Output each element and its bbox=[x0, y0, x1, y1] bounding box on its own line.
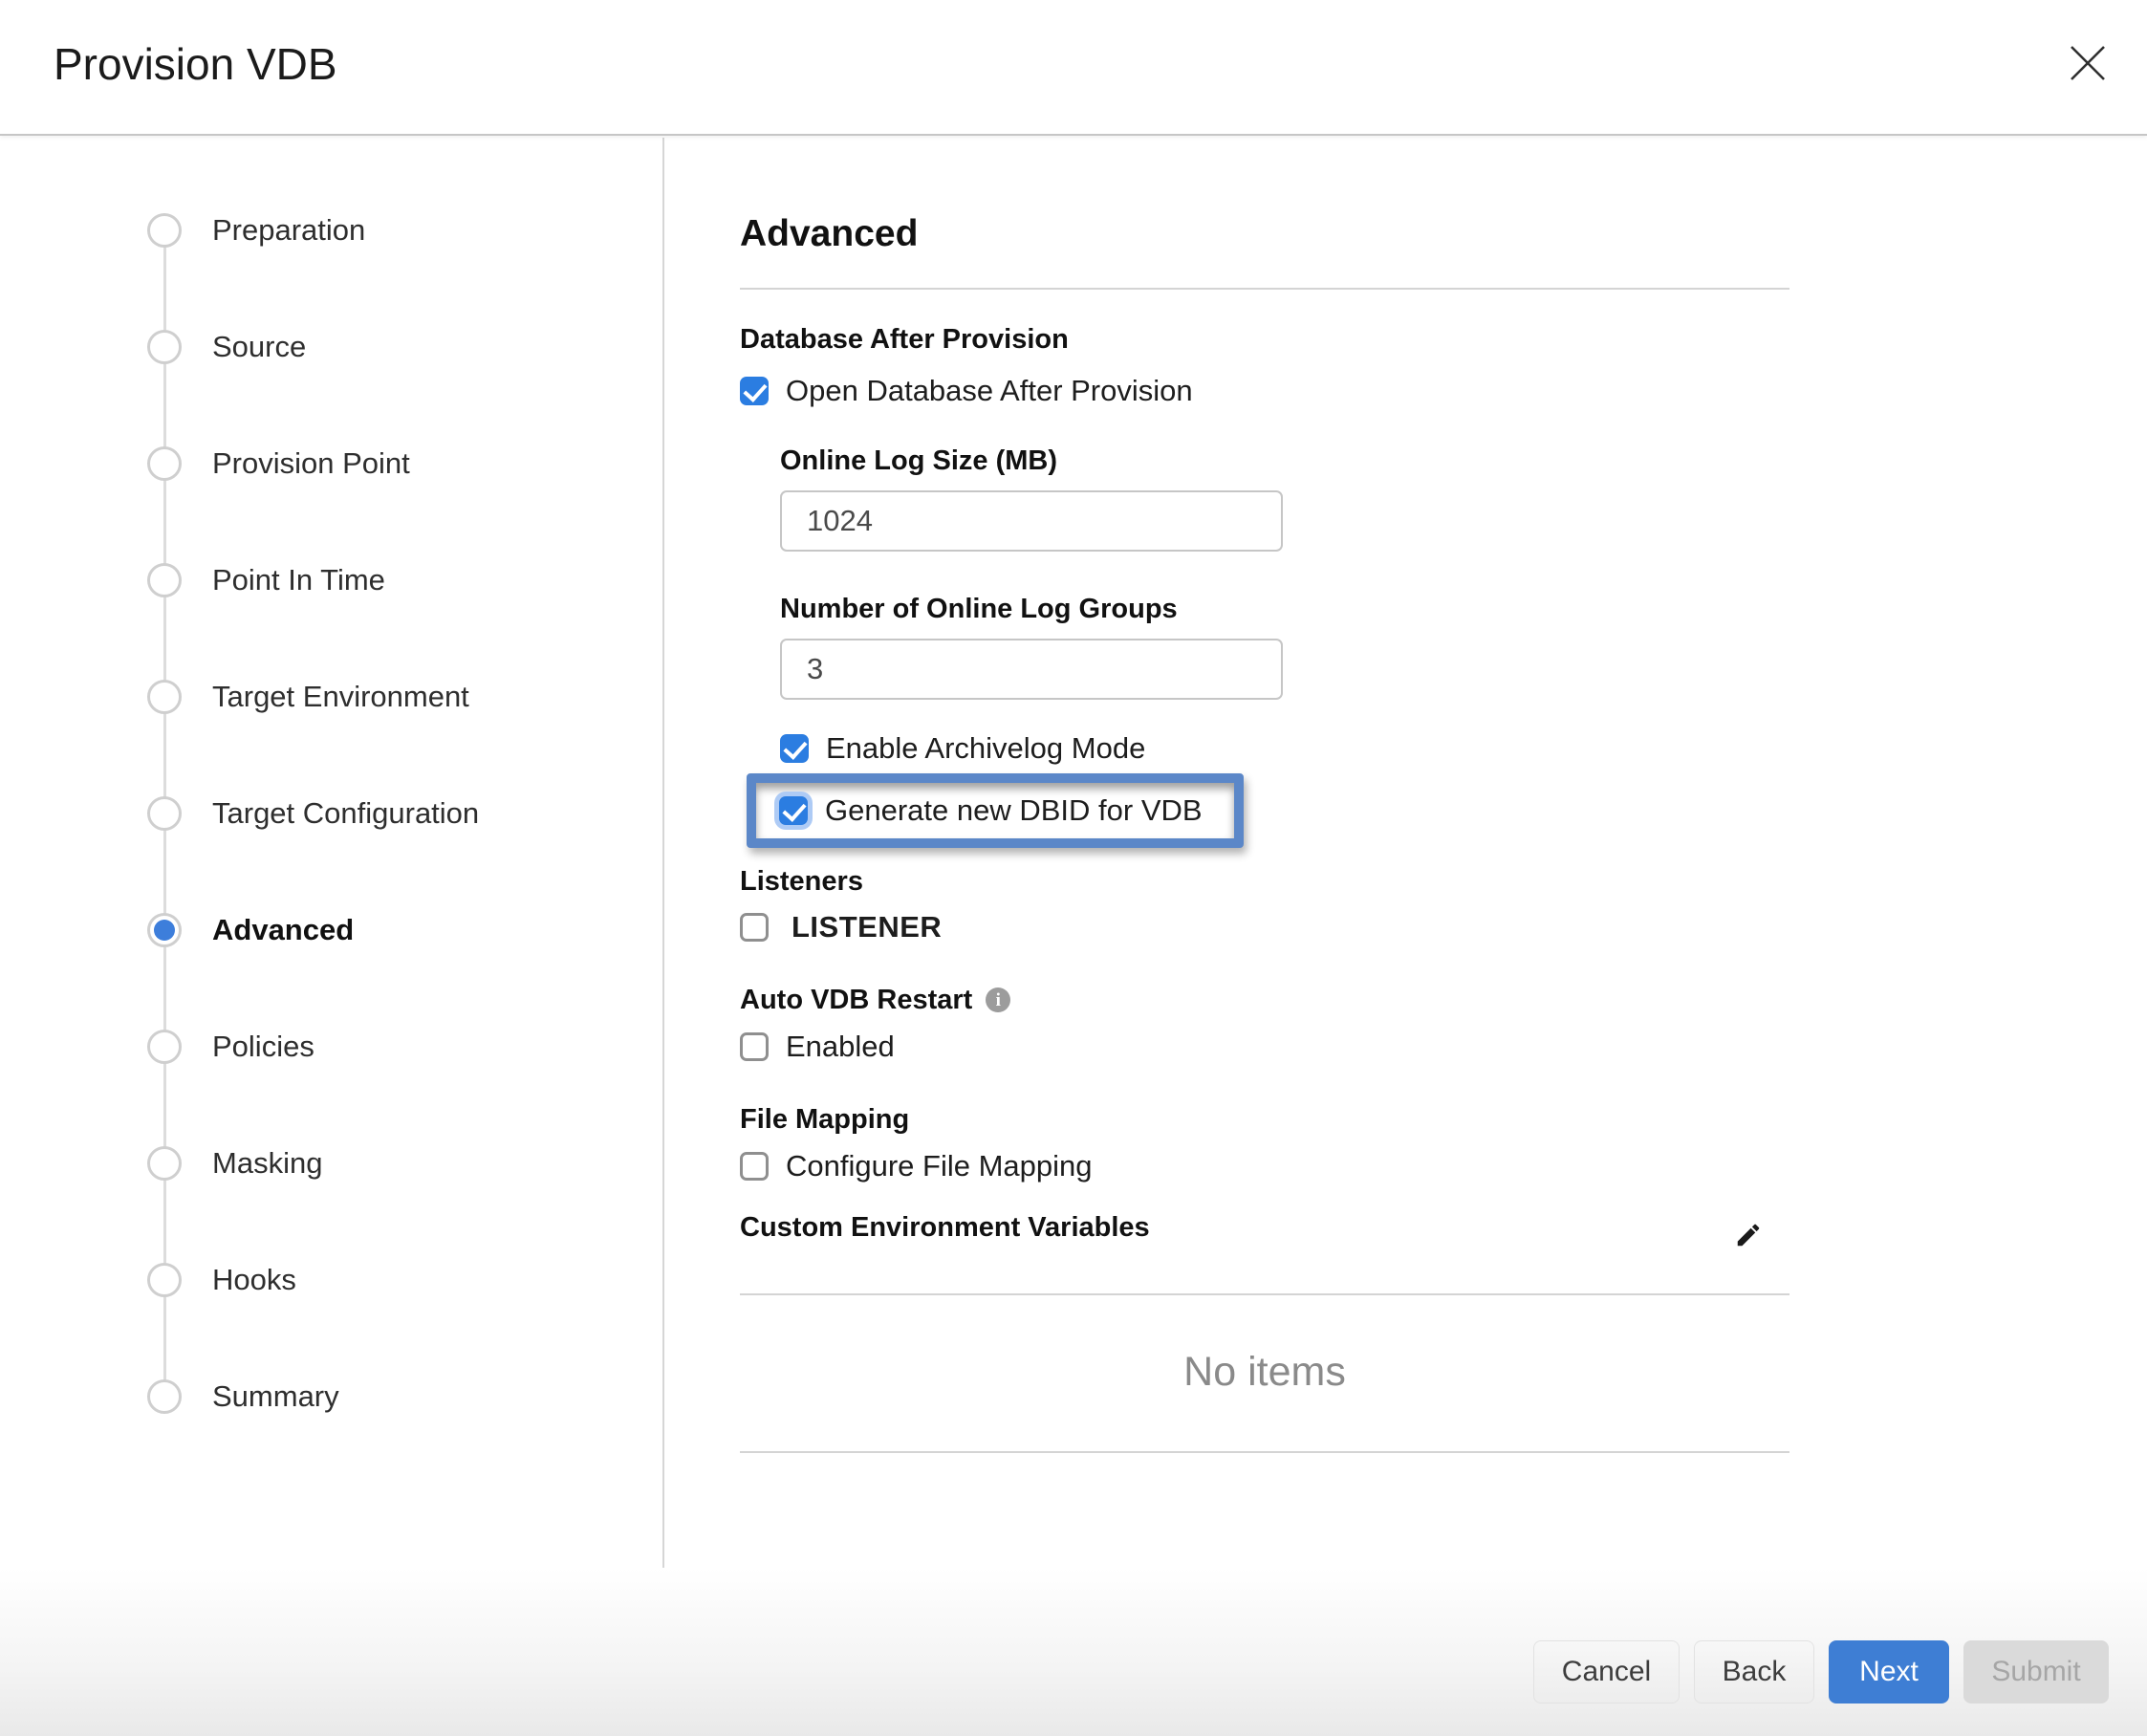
listener-checkbox-row: LISTENER bbox=[740, 911, 1789, 944]
step-label: Target Configuration bbox=[212, 796, 479, 831]
step-label: Hooks bbox=[212, 1263, 296, 1297]
close-icon[interactable] bbox=[2065, 40, 2111, 86]
step-label: Target Environment bbox=[212, 680, 469, 714]
step-label: Preparation bbox=[212, 213, 365, 248]
step-dot bbox=[147, 1146, 182, 1181]
sidebar-item-point-in-time[interactable]: Point In Time bbox=[147, 563, 385, 597]
step-label: Source bbox=[212, 330, 306, 364]
auto-restart-enabled-label: Enabled bbox=[786, 1031, 895, 1063]
open-database-checkbox-row: Open Database After Provision bbox=[740, 375, 1789, 407]
online-log-size-label: Online Log Size (MB) bbox=[780, 445, 1789, 477]
step-label: Point In Time bbox=[212, 563, 385, 597]
dialog-header: Provision VDB bbox=[0, 0, 2147, 136]
step-dot bbox=[147, 330, 182, 364]
sidebar-item-target-configuration[interactable]: Target Configuration bbox=[147, 796, 479, 831]
sidebar-item-masking[interactable]: Masking bbox=[147, 1146, 322, 1181]
advanced-panel: Advanced Database After Provision Open D… bbox=[740, 138, 1789, 1453]
enable-archivelog-label: Enable Archivelog Mode bbox=[826, 732, 1145, 765]
next-button[interactable]: Next bbox=[1829, 1640, 1949, 1703]
sidebar-item-provision-point[interactable]: Provision Point bbox=[147, 446, 410, 481]
submit-button[interactable]: Submit bbox=[1963, 1640, 2109, 1703]
configure-file-mapping-label: Configure File Mapping bbox=[786, 1150, 1093, 1183]
divider bbox=[740, 1451, 1789, 1453]
listener-label: LISTENER bbox=[792, 911, 942, 944]
auto-vdb-restart-label: Auto VDB Restart bbox=[740, 984, 972, 1016]
step-dot bbox=[147, 680, 182, 714]
generate-dbid-checkbox[interactable] bbox=[779, 796, 808, 825]
listener-checkbox[interactable] bbox=[740, 913, 769, 942]
step-label: Summary bbox=[212, 1379, 339, 1414]
step-dot bbox=[147, 1379, 182, 1414]
step-dot bbox=[147, 1030, 182, 1064]
enabled-checkbox-row: Enabled bbox=[740, 1031, 1789, 1063]
empty-list-text: No items bbox=[740, 1349, 1789, 1395]
step-label: Advanced bbox=[212, 913, 354, 947]
sidebar-item-summary[interactable]: Summary bbox=[147, 1379, 339, 1414]
configure-file-mapping-checkbox-row: Configure File Mapping bbox=[740, 1150, 1789, 1183]
dialog-footer: Cancel Back Next Submit bbox=[0, 1568, 2147, 1736]
custom-env-vars-header: Custom Environment Variables bbox=[740, 1211, 1789, 1254]
enable-archivelog-checkbox-row: Enable Archivelog Mode bbox=[780, 732, 1789, 765]
back-button[interactable]: Back bbox=[1694, 1640, 1814, 1703]
open-database-label: Open Database After Provision bbox=[786, 375, 1193, 407]
generate-dbid-highlight-box: Generate new DBID for VDB bbox=[747, 773, 1244, 848]
step-dot bbox=[147, 213, 182, 248]
step-dot-active bbox=[147, 913, 182, 947]
step-label: Policies bbox=[212, 1030, 314, 1064]
section-file-mapping: File Mapping bbox=[740, 1103, 1789, 1136]
section-database-after-provision: Database After Provision bbox=[740, 323, 1789, 356]
info-icon[interactable]: i bbox=[986, 987, 1010, 1012]
page-title: Provision VDB bbox=[54, 38, 337, 90]
step-label: Masking bbox=[212, 1146, 322, 1181]
auto-restart-enabled-checkbox[interactable] bbox=[740, 1032, 769, 1061]
sidebar-item-preparation[interactable]: Preparation bbox=[147, 213, 365, 248]
generate-dbid-checkbox-row: Generate new DBID for VDB bbox=[779, 794, 1234, 827]
step-dot bbox=[147, 446, 182, 481]
edit-pencil-icon[interactable] bbox=[1734, 1221, 1763, 1254]
sidebar-item-target-environment[interactable]: Target Environment bbox=[147, 680, 469, 714]
step-label: Provision Point bbox=[212, 446, 410, 481]
step-dot bbox=[147, 796, 182, 831]
open-database-checkbox[interactable] bbox=[740, 377, 769, 405]
sidebar-item-policies[interactable]: Policies bbox=[147, 1030, 314, 1064]
sidebar-item-advanced[interactable]: Advanced bbox=[147, 913, 354, 947]
section-auto-vdb-restart: Auto VDB Restart i bbox=[740, 984, 1789, 1016]
divider bbox=[740, 1293, 1789, 1295]
panel-heading: Advanced bbox=[740, 212, 1789, 256]
step-dot bbox=[147, 563, 182, 597]
sidebar-item-source[interactable]: Source bbox=[147, 330, 306, 364]
online-log-groups-input[interactable] bbox=[780, 639, 1283, 700]
divider bbox=[740, 288, 1789, 290]
sidebar-item-hooks[interactable]: Hooks bbox=[147, 1263, 296, 1297]
cancel-button[interactable]: Cancel bbox=[1533, 1640, 1680, 1703]
step-dot bbox=[147, 1263, 182, 1297]
section-custom-env-vars: Custom Environment Variables bbox=[740, 1211, 1150, 1244]
generate-dbid-label: Generate new DBID for VDB bbox=[825, 794, 1203, 827]
configure-file-mapping-checkbox[interactable] bbox=[740, 1152, 769, 1181]
online-log-groups-label: Number of Online Log Groups bbox=[780, 593, 1789, 625]
section-listeners: Listeners bbox=[740, 865, 1789, 898]
enable-archivelog-checkbox[interactable] bbox=[780, 734, 809, 763]
provision-vdb-dialog: Provision VDB Preparation Source Provisi… bbox=[0, 0, 2147, 1736]
sidebar-divider bbox=[662, 138, 664, 1598]
online-log-size-input[interactable] bbox=[780, 490, 1283, 552]
